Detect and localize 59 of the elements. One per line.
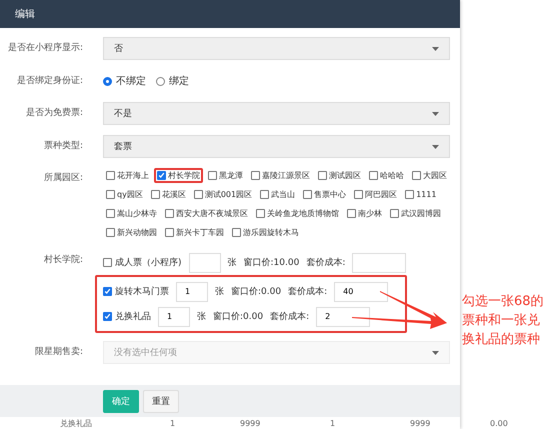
park-checkbox[interactable]: 1111 bbox=[402, 187, 440, 202]
park-checkbox[interactable]: 花溪区 bbox=[148, 187, 189, 202]
park-checkbox[interactable]: 花开海上 bbox=[103, 168, 152, 183]
cost-label: 套价成本: bbox=[288, 286, 328, 298]
park-checkbox[interactable]: 哈哈哈 bbox=[366, 168, 407, 183]
dropdown-field[interactable]: 否 bbox=[103, 37, 450, 60]
field-label: 是否绑定身份证: bbox=[16, 74, 84, 87]
table-cell-text: 9999 bbox=[240, 418, 262, 428]
unit-text: 张 bbox=[197, 310, 206, 323]
quantity-field[interactable]: 1 bbox=[176, 282, 208, 302]
dialog-title: 编辑 bbox=[15, 8, 35, 21]
table-cell-text: 9999 bbox=[410, 418, 432, 428]
cost-field[interactable]: 2 bbox=[316, 306, 370, 326]
field-label: 所属园区: bbox=[42, 172, 84, 184]
park-checkbox[interactable]: 嘉陵江源景区 bbox=[248, 168, 313, 183]
ticket-checkbox[interactable]: 兑换礼品 bbox=[103, 310, 151, 323]
park-checkbox[interactable]: 测试001园区 bbox=[190, 187, 256, 202]
park-checkbox[interactable]: 阿巴园区 bbox=[351, 187, 400, 202]
window-price-text: 窗口价:0.00 bbox=[231, 286, 282, 298]
table-cell-text: 0.00 bbox=[490, 418, 509, 428]
park-checkbox[interactable]: 关岭鱼龙地质博物馆 bbox=[253, 206, 342, 221]
park-checkbox[interactable]: 武汉园博园 bbox=[387, 206, 444, 221]
dropdown-field[interactable]: 套票 bbox=[103, 135, 450, 158]
reset-button[interactable]: 重置 bbox=[143, 390, 179, 412]
park-checkbox[interactable]: 嵩山少林寺 bbox=[103, 206, 160, 221]
unit-text: 张 bbox=[228, 256, 237, 269]
park-checkbox[interactable]: 大园区 bbox=[409, 168, 450, 183]
window-price-text: 窗口价:10.00 bbox=[244, 256, 300, 269]
cost-field[interactable]: 40 bbox=[334, 282, 388, 302]
park-checkbox[interactable]: 售票中心 bbox=[300, 187, 350, 202]
park-checkbox[interactable]: 西安大唐不夜城景区 bbox=[162, 206, 251, 221]
window-price-text: 窗口价:0.00 bbox=[213, 310, 264, 323]
radio-option[interactable]: 绑定 bbox=[156, 74, 189, 88]
park-checkbox[interactable]: 黑龙潭 bbox=[205, 168, 246, 183]
park-checkbox[interactable]: 新兴卡丁车园 bbox=[162, 225, 227, 240]
table-cell-text: 兑换礼品 bbox=[60, 418, 93, 428]
field-label: 是否在小程序显示: bbox=[6, 42, 84, 54]
quantity-field[interactable]: 1 bbox=[158, 306, 190, 326]
dropdown-field[interactable]: 不是 bbox=[103, 102, 450, 125]
ticket-checkbox[interactable]: 旋转木马门票 bbox=[103, 285, 169, 298]
cost-label: 套价成本: bbox=[306, 256, 346, 269]
field-label: 票种类型: bbox=[42, 140, 84, 152]
park-checkbox[interactable]: 游乐园旋转木马 bbox=[229, 225, 302, 240]
field-label: 是否为免费票: bbox=[24, 106, 84, 119]
park-checkbox[interactable]: 测试园区 bbox=[315, 168, 364, 183]
ticket-checkbox[interactable]: 成人票（小程序) bbox=[103, 256, 182, 269]
park-checkbox[interactable]: qy园区 bbox=[103, 187, 146, 202]
unit-text: 张 bbox=[215, 286, 224, 298]
park-checkbox[interactable]: 村长学院 bbox=[154, 168, 203, 183]
park-checkbox[interactable]: 南少林 bbox=[344, 206, 385, 221]
field-label: 村长学院: bbox=[42, 254, 84, 266]
annotation-text: 勾选一张68的票种和一张兑换礼品的票种 bbox=[462, 293, 545, 349]
park-checkbox[interactable]: 武当山 bbox=[257, 187, 298, 202]
cost-label: 套价成本: bbox=[270, 310, 310, 323]
radio-option[interactable]: 不绑定 bbox=[103, 74, 146, 88]
park-checkbox[interactable]: 新兴动物园 bbox=[103, 225, 160, 240]
field-label: 限星期售卖: bbox=[34, 346, 84, 358]
table-cell-text: 1 bbox=[330, 418, 336, 428]
table-cell-text: 1 bbox=[170, 418, 176, 428]
